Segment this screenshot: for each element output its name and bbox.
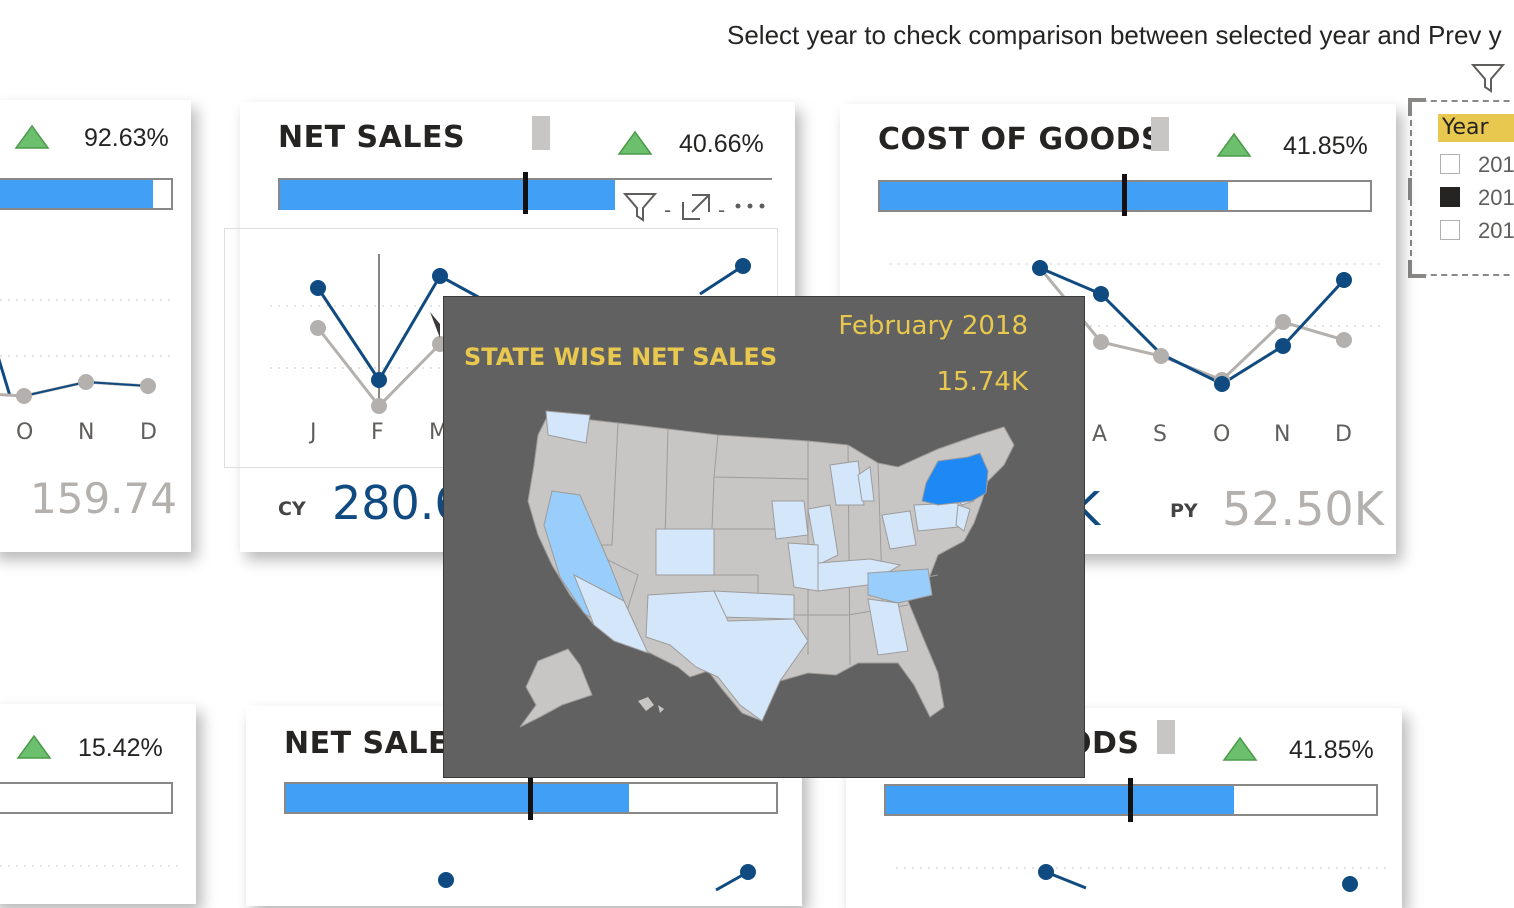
tooltip-value: 15.74K — [936, 367, 1028, 397]
year-slicer[interactable]: Year 201 201 201 — [1408, 98, 1514, 278]
month-label: D — [140, 420, 157, 445]
slicer-item-label: 201 — [1478, 185, 1514, 210]
line-chart — [438, 864, 756, 892]
card-title: COST OF GOODS — [878, 122, 1164, 157]
py-label: PY — [1170, 500, 1198, 522]
kpi-card-left-top[interactable]: 92.63% O N D 159.74 — [0, 100, 191, 552]
filter-icon[interactable] — [622, 190, 658, 224]
more-options-icon[interactable] — [734, 202, 768, 210]
month-label: O — [1213, 422, 1231, 447]
kpi-target-marker — [528, 776, 533, 820]
card-title: NET SALES — [278, 120, 466, 155]
tooltip-period: February 2018 — [838, 311, 1028, 341]
line-chart — [896, 864, 1386, 892]
card-indicator — [1151, 117, 1169, 151]
py-value: 159.74 — [30, 474, 177, 523]
line-chart — [0, 865, 180, 867]
month-label: F — [371, 420, 384, 445]
slicer-resize-handle[interactable] — [1408, 260, 1426, 278]
slicer-checkbox[interactable] — [1440, 220, 1460, 240]
month-label: A — [1092, 422, 1108, 447]
kpi-up-arrow-icon — [1216, 132, 1252, 157]
header-separator: - — [664, 198, 672, 222]
kpi-up-arrow-icon — [16, 734, 52, 759]
kpi-up-arrow-icon — [14, 124, 50, 149]
kpi-target-marker — [523, 172, 528, 214]
kpi-up-arrow-icon — [1222, 736, 1258, 761]
month-label: N — [78, 420, 95, 445]
kpi-percent: 41.85% — [1283, 132, 1368, 160]
slicer-filter-icon[interactable] — [1470, 62, 1506, 94]
slicer-item-label: 201 — [1478, 218, 1514, 243]
kpi-progress-bar — [0, 178, 173, 210]
card-indicator — [532, 116, 550, 150]
kpi-target-marker — [1122, 174, 1127, 216]
month-label: O — [16, 420, 34, 445]
month-label: D — [1335, 422, 1352, 447]
header-instruction: Select year to check comparison between … — [727, 20, 1502, 50]
kpi-up-arrow-icon — [617, 130, 653, 155]
focus-mode-icon[interactable] — [680, 192, 712, 222]
kpi-percent: 15.42% — [78, 734, 163, 762]
kpi-percent: 40.66% — [679, 130, 764, 158]
tooltip-title: STATE WISE NET SALES — [464, 343, 778, 371]
kpi-progress-bar — [0, 782, 173, 814]
kpi-percent: 41.85% — [1289, 736, 1374, 764]
slicer-resize-handle[interactable] — [1408, 98, 1426, 116]
slicer-checkbox[interactable] — [1440, 154, 1460, 174]
us-state-map — [519, 410, 1015, 728]
kpi-card-left-bottom[interactable]: 15.42% — [0, 704, 196, 904]
slicer-item-label: 201 — [1478, 152, 1514, 177]
cy-label: CY — [278, 498, 306, 520]
slicer-header: Year — [1438, 114, 1514, 142]
kpi-target-marker — [1128, 778, 1133, 822]
month-label: S — [1153, 422, 1167, 447]
header-separator: - — [718, 198, 726, 222]
slicer-resize-handle[interactable] — [1408, 178, 1412, 200]
card-indicator — [1157, 720, 1175, 754]
month-label: N — [1274, 422, 1291, 447]
month-label: J — [310, 420, 317, 445]
py-value: 52.50K — [1222, 482, 1384, 536]
kpi-percent: 92.63% — [84, 124, 169, 152]
tooltip-state-map: February 2018 STATE WISE NET SALES 15.74… — [443, 296, 1085, 778]
slicer-checkbox[interactable] — [1440, 187, 1460, 207]
